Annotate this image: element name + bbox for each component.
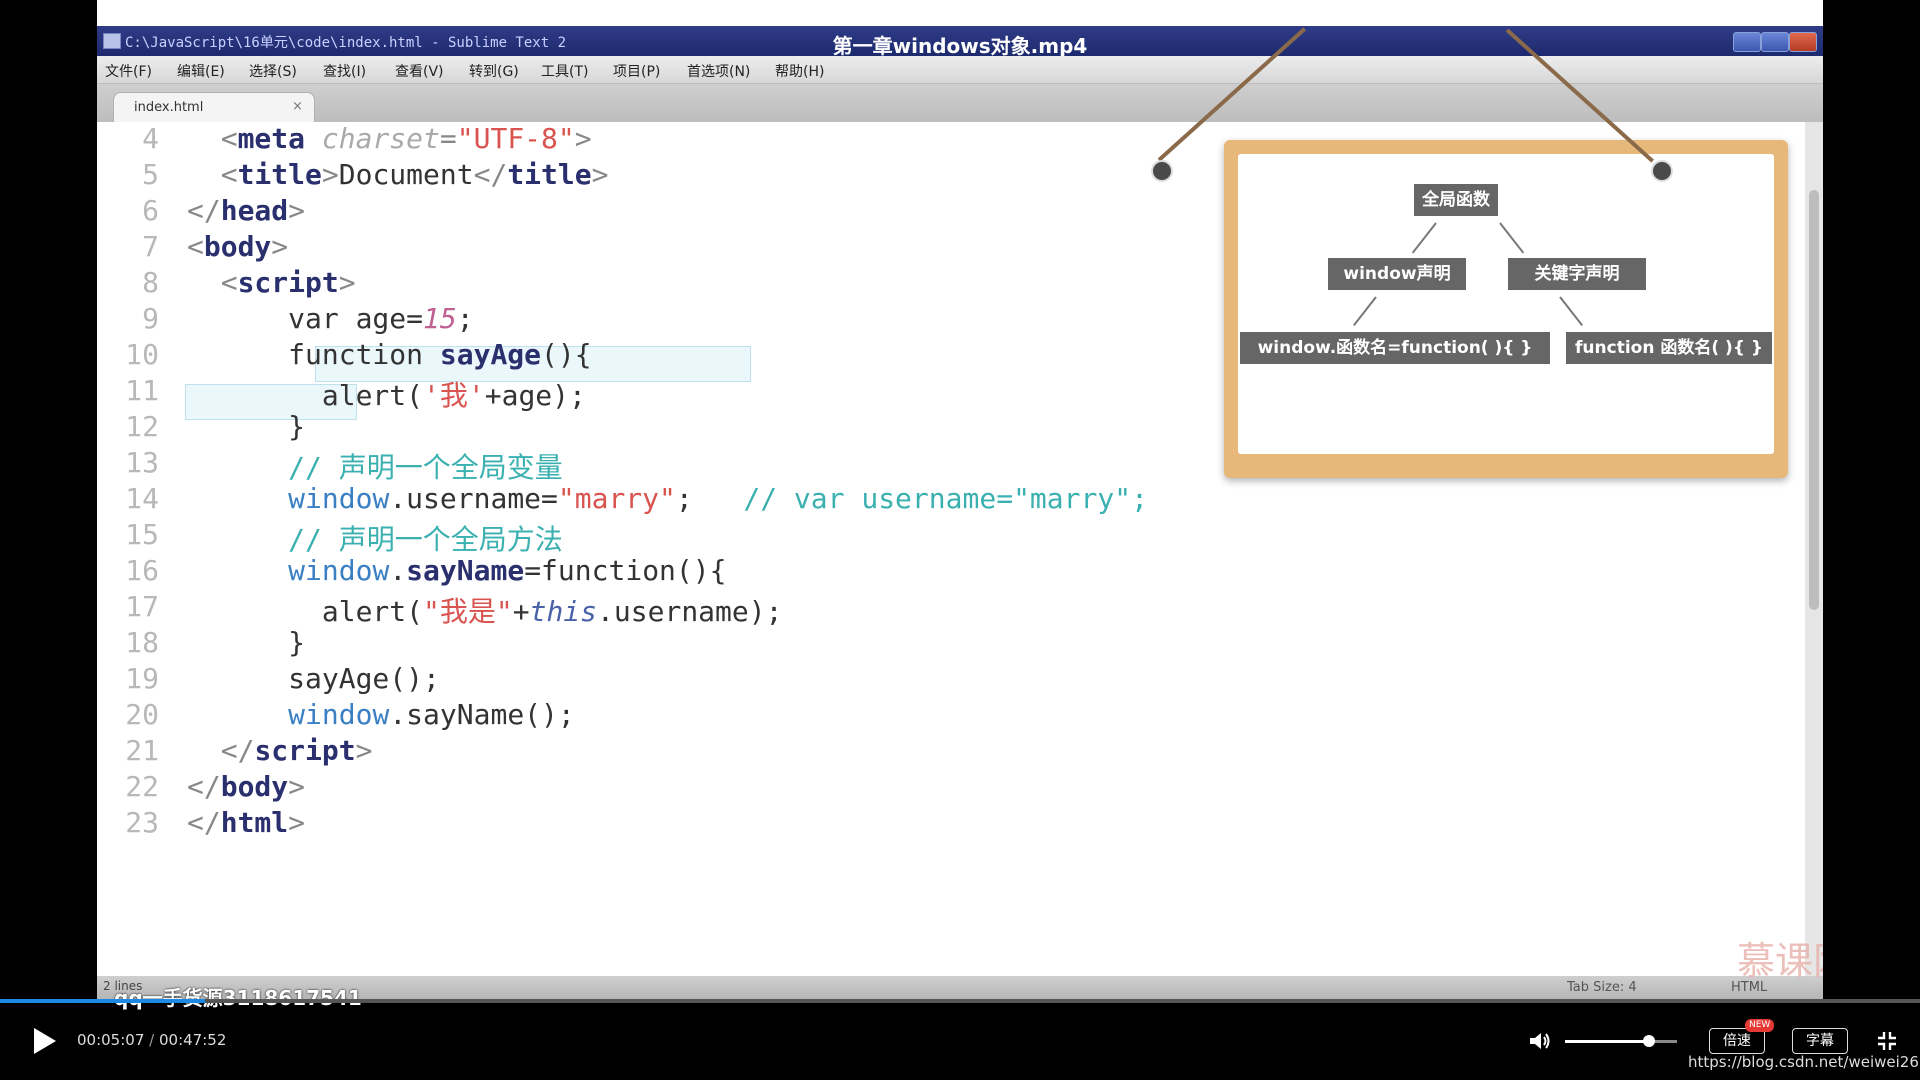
volume-knob[interactable] bbox=[1643, 1035, 1655, 1047]
diagram-canvas: 全局函数 window声明 关键字声明 window.函数名=function(… bbox=[1238, 154, 1774, 454]
code-line: </head> bbox=[187, 194, 306, 227]
menu-goto[interactable]: 转到(G) bbox=[469, 61, 519, 81]
play-icon[interactable] bbox=[34, 1028, 56, 1054]
video-title: 第一章windows对象.mp4 bbox=[832, 34, 1088, 58]
menu-help[interactable]: 帮助(H) bbox=[775, 61, 824, 81]
line-number: 9 bbox=[142, 302, 159, 335]
line-number: 19 bbox=[125, 662, 159, 695]
arrow bbox=[1353, 296, 1377, 326]
progress-bar[interactable] bbox=[0, 999, 1920, 1003]
status-tab-size[interactable]: Tab Size: 4 bbox=[1567, 980, 1637, 995]
progress-fill bbox=[0, 999, 206, 1003]
code-line: </html> bbox=[187, 806, 306, 839]
qq-watermark: qq一手货源3118617541 bbox=[114, 986, 362, 1010]
line-number: 12 bbox=[125, 410, 159, 443]
node-function-keyword-syntax: function 函数名( ){ } bbox=[1566, 332, 1772, 364]
time-display: 00:05:07 / 00:47:52 bbox=[77, 1031, 226, 1049]
duration: 00:47:52 bbox=[159, 1031, 227, 1049]
code-line: sayAge(); bbox=[187, 662, 440, 695]
arrow bbox=[1411, 222, 1437, 254]
menu-view[interactable]: 查看(V) bbox=[395, 61, 444, 81]
node-window-function-syntax: window.函数名=function( ){ } bbox=[1240, 332, 1550, 364]
line-number: 18 bbox=[125, 626, 159, 659]
tab-bar: index.html × bbox=[97, 84, 1823, 123]
code-line: <meta charset="UTF-8"> bbox=[220, 122, 592, 155]
tab-label: index.html bbox=[134, 100, 204, 115]
code-line: // 声明一个全局方法 bbox=[187, 523, 563, 556]
line-number: 14 bbox=[125, 482, 159, 515]
code-line: window.username="marry"; // var username… bbox=[288, 482, 1148, 515]
tab-close-icon[interactable]: × bbox=[292, 99, 303, 114]
code-line: <script> bbox=[220, 266, 356, 299]
menu-preferences[interactable]: 首选项(N) bbox=[687, 61, 750, 81]
line-number: 16 bbox=[125, 554, 159, 587]
minimize-button[interactable] bbox=[1733, 32, 1761, 52]
maximize-button[interactable] bbox=[1761, 32, 1789, 52]
time-separator: / bbox=[149, 1031, 155, 1049]
new-badge: NEW bbox=[1745, 1019, 1775, 1032]
scrollbar-thumb[interactable] bbox=[1809, 190, 1819, 610]
code-line: window.sayName(); bbox=[288, 698, 575, 731]
tab-index-html[interactable]: index.html × bbox=[113, 92, 315, 123]
menu-file[interactable]: 文件(F) bbox=[105, 61, 152, 81]
line-number: 15 bbox=[125, 518, 159, 551]
menu-project[interactable]: 项目(P) bbox=[613, 61, 660, 81]
line-number: 6 bbox=[142, 194, 159, 227]
node-window-declaration: window声明 bbox=[1328, 258, 1466, 290]
code-line: </script> bbox=[220, 734, 373, 767]
code-line: <body> bbox=[187, 230, 289, 263]
subtitle-button[interactable]: 字幕 bbox=[1792, 1028, 1848, 1054]
video-frame[interactable]: C:\JavaScript\16单元\code\index.html - Sub… bbox=[97, 0, 1823, 1000]
line-number: 10 bbox=[125, 338, 159, 371]
imooc-watermark: 慕课网 bbox=[1737, 939, 1823, 983]
code-line: <title>Document</title> bbox=[220, 158, 609, 191]
code-line: // 声明一个全局变量 bbox=[187, 451, 563, 484]
line-number: 5 bbox=[142, 158, 159, 191]
node-global-function: 全局函数 bbox=[1414, 184, 1498, 216]
menu-edit[interactable]: 编辑(E) bbox=[177, 61, 225, 81]
line-number: 22 bbox=[125, 770, 159, 803]
arrow bbox=[1559, 296, 1583, 326]
diagram-board: 全局函数 window声明 关键字声明 window.函数名=function(… bbox=[1224, 140, 1788, 478]
code-line: alert("我是"+this.username); bbox=[187, 595, 783, 628]
source-url: https://blog.csdn.net/weiwei266 bbox=[1688, 1053, 1920, 1071]
menu-find[interactable]: 查找(I) bbox=[323, 61, 366, 81]
line-number: 23 bbox=[125, 806, 159, 839]
code-line: window.sayName=function(){ bbox=[288, 554, 727, 587]
code-line: } bbox=[187, 626, 306, 659]
line-number: 21 bbox=[125, 734, 159, 767]
code-line: </body> bbox=[187, 770, 306, 803]
arrow bbox=[1499, 222, 1525, 254]
pin-right bbox=[1651, 160, 1673, 182]
menu-select[interactable]: 选择(S) bbox=[249, 61, 297, 81]
line-number: 20 bbox=[125, 698, 159, 731]
line-number: 13 bbox=[125, 446, 159, 479]
pin-left bbox=[1151, 160, 1173, 182]
line-number: 4 bbox=[142, 122, 159, 155]
menu-tools[interactable]: 工具(T) bbox=[541, 61, 588, 81]
volume-fill bbox=[1565, 1040, 1649, 1043]
line-number: 11 bbox=[125, 374, 159, 407]
code-line: alert('我'+age); bbox=[187, 379, 586, 412]
code-line: function sayAge(){ bbox=[187, 338, 592, 371]
node-keyword-declaration: 关键字声明 bbox=[1508, 258, 1646, 290]
code-line: } bbox=[187, 410, 306, 443]
current-time: 00:05:07 bbox=[77, 1031, 145, 1049]
line-number: 7 bbox=[142, 230, 159, 263]
volume-icon[interactable] bbox=[1528, 1030, 1552, 1052]
code-line: var age=15; bbox=[187, 302, 474, 335]
line-number: 8 bbox=[142, 266, 159, 299]
close-window-button[interactable] bbox=[1789, 32, 1817, 52]
line-number: 17 bbox=[125, 590, 159, 623]
exit-fullscreen-icon[interactable] bbox=[1876, 1030, 1898, 1052]
